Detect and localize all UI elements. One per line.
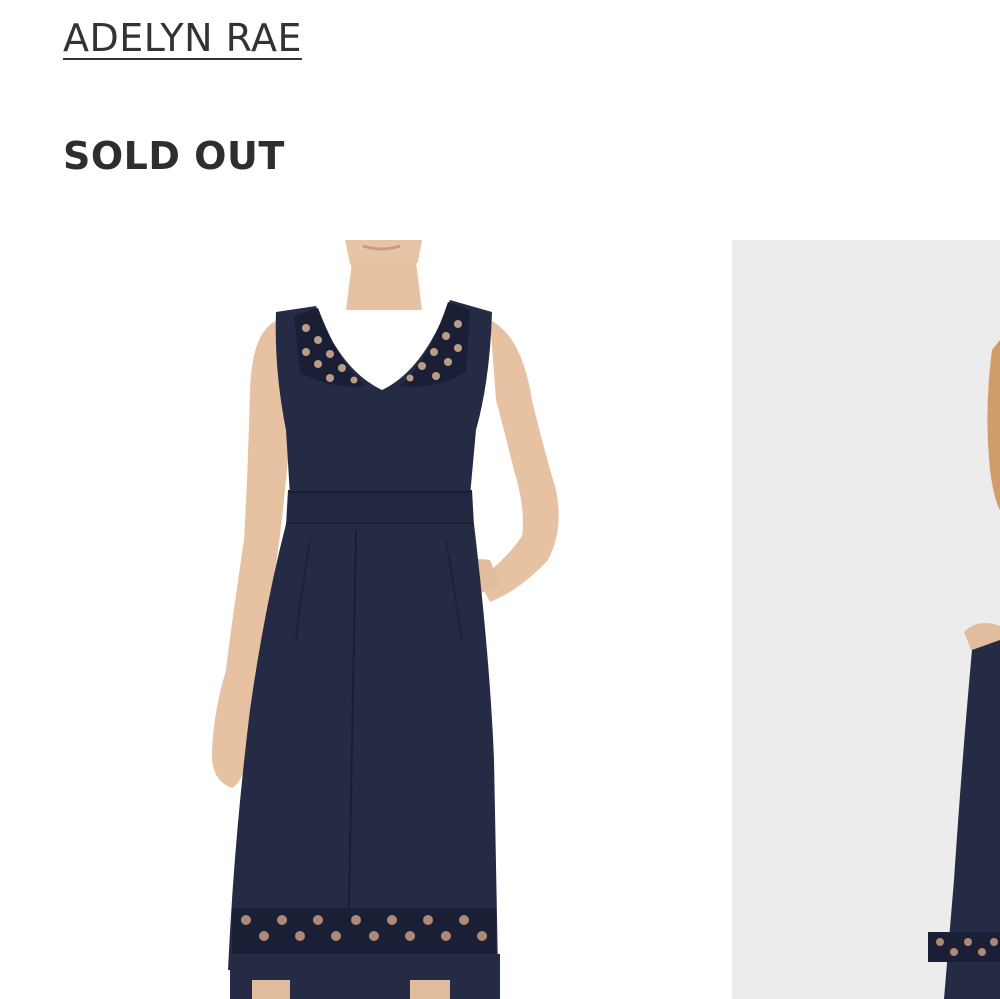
product-image-gallery (0, 240, 1000, 999)
product-photo-side[interactable] (732, 240, 1000, 999)
brand-link[interactable]: ADELYN RAE (63, 16, 302, 62)
jumpsuit-front-illustration (211, 240, 559, 999)
sold-out-status: SOLD OUT (63, 134, 285, 178)
jumpsuit-side-illustration (732, 240, 1000, 999)
product-page: ADELYN RAE SOLD OUT (0, 0, 1000, 999)
product-photo-front[interactable] (160, 240, 600, 999)
